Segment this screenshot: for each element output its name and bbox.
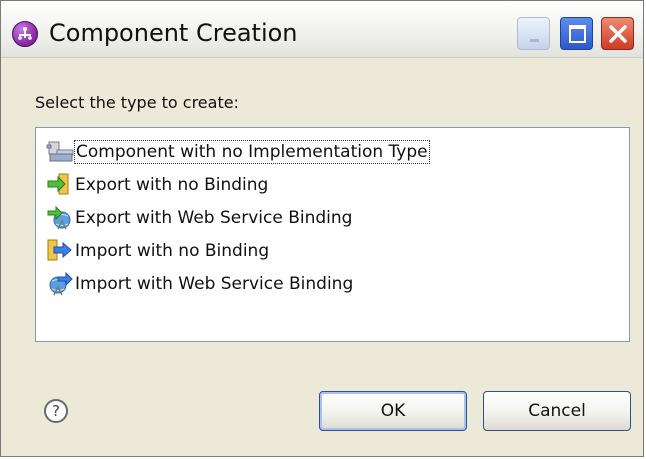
list-item-component[interactable]: Component with no Implementation Type bbox=[46, 137, 623, 167]
export-icon bbox=[46, 172, 74, 198]
select-type-label: Select the type to create: bbox=[35, 93, 239, 112]
list-item-import-web-service[interactable]: Import with Web Service Binding bbox=[46, 269, 623, 299]
help-button[interactable]: ? bbox=[44, 399, 68, 423]
list-item-export[interactable]: Export with no Binding bbox=[46, 170, 623, 200]
list-item-label: Import with no Binding bbox=[75, 241, 270, 261]
ok-button[interactable]: OK bbox=[319, 391, 467, 431]
import-icon bbox=[46, 238, 74, 264]
component-icon bbox=[46, 139, 74, 165]
close-button[interactable] bbox=[601, 17, 634, 50]
list-item-export-web-service[interactable]: Export with Web Service Binding bbox=[46, 203, 623, 233]
window-title: Component Creation bbox=[49, 19, 298, 47]
list-item-label: Import with Web Service Binding bbox=[75, 274, 354, 294]
type-list[interactable]: Component with no Implementation Type Ex… bbox=[35, 127, 630, 342]
export-web-service-icon bbox=[46, 205, 74, 231]
cancel-button[interactable]: Cancel bbox=[483, 391, 631, 431]
help-icon: ? bbox=[52, 402, 60, 420]
title-bar[interactable]: Component Creation bbox=[1, 1, 643, 58]
list-item-label: Export with Web Service Binding bbox=[75, 208, 353, 228]
maximize-button[interactable] bbox=[560, 17, 593, 50]
import-web-service-icon bbox=[46, 271, 74, 297]
component-app-icon bbox=[12, 21, 38, 47]
close-icon bbox=[609, 25, 627, 43]
minimize-button[interactable] bbox=[517, 17, 550, 50]
component-creation-dialog: Component Creation Select the type to cr… bbox=[0, 0, 644, 457]
list-item-label: Export with no Binding bbox=[75, 175, 269, 195]
list-item-import[interactable]: Import with no Binding bbox=[46, 236, 623, 266]
list-item-label: Component with no Implementation Type bbox=[74, 140, 430, 164]
